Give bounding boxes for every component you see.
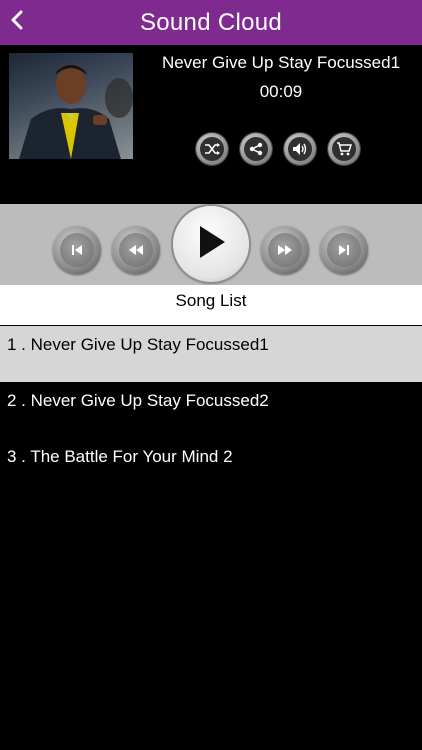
song-label: 2 . Never Give Up Stay Focussed2 [7, 391, 269, 410]
song-list-item[interactable]: 3 . The Battle For Your Mind 2 [0, 438, 422, 494]
cart-button[interactable] [328, 133, 360, 165]
page-title: Sound Cloud [139, 9, 283, 36]
volume-button[interactable] [284, 133, 316, 165]
album-art [9, 53, 133, 159]
song-label: 1 . Never Give Up Stay Focussed1 [7, 335, 269, 354]
share-button[interactable] [240, 133, 272, 165]
share-icon [244, 137, 268, 161]
fast-forward-icon [268, 233, 302, 267]
shuffle-icon [200, 137, 224, 161]
skip-previous-button[interactable] [53, 226, 101, 274]
song-list-title: Song List [0, 285, 422, 325]
now-playing-panel: Never Give Up Stay Focussed1 00:09 [0, 45, 422, 204]
chevron-left-icon [10, 10, 24, 35]
play-icon [196, 225, 226, 264]
cart-icon [332, 137, 356, 161]
song-list-item[interactable]: 2 . Never Give Up Stay Focussed2 [0, 382, 422, 438]
rewind-icon [119, 233, 153, 267]
track-time: 00:09 [259, 82, 303, 101]
volume-icon [288, 137, 312, 161]
skip-next-button[interactable] [320, 226, 368, 274]
skip-next-icon [327, 233, 361, 267]
shuffle-button[interactable] [196, 133, 228, 165]
song-list-item[interactable]: 1 . Never Give Up Stay Focussed1 [0, 326, 422, 382]
app-header: Sound Cloud [0, 0, 422, 45]
playback-controls [0, 204, 422, 285]
fast-forward-button[interactable] [261, 226, 309, 274]
play-button[interactable] [173, 206, 249, 282]
track-title: Never Give Up Stay Focussed1 [161, 53, 401, 72]
back-button[interactable] [4, 6, 30, 38]
song-label: 3 . The Battle For Your Mind 2 [7, 447, 233, 466]
rewind-button[interactable] [112, 226, 160, 274]
skip-previous-icon [60, 233, 94, 267]
